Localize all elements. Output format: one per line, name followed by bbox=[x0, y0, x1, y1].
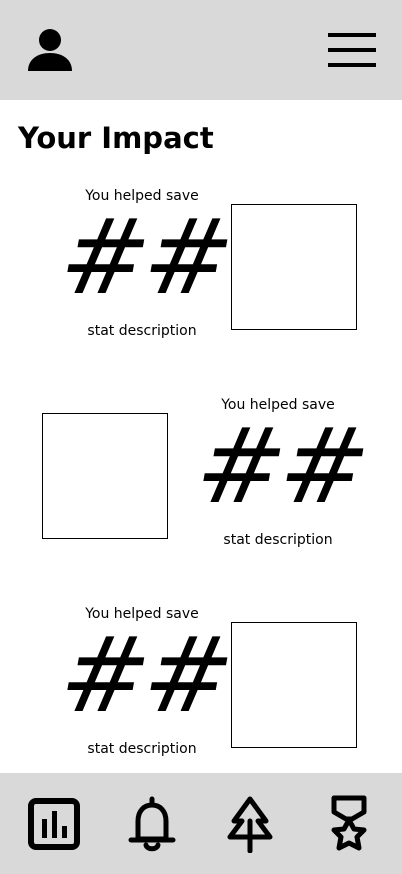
bell-icon bbox=[128, 796, 176, 852]
stat-text-group: You helped save ## stat description bbox=[51, 602, 239, 757]
top-header bbox=[0, 0, 402, 100]
tree-icon bbox=[227, 796, 273, 854]
stat-description: stat description bbox=[87, 741, 197, 757]
stat-card: You helped save ## stat description bbox=[20, 602, 380, 757]
page-title: Your Impact bbox=[18, 121, 214, 155]
stat-card: You helped save ## stat description bbox=[20, 184, 380, 339]
person-icon bbox=[28, 29, 72, 71]
profile-button[interactable] bbox=[26, 27, 74, 75]
stat-description: stat description bbox=[87, 323, 197, 339]
stat-card: You helped save ## stat description bbox=[20, 393, 380, 548]
stat-image-placeholder bbox=[42, 413, 168, 539]
stat-value: ## bbox=[187, 405, 376, 527]
bottom-navigation bbox=[0, 773, 402, 874]
stat-image-placeholder bbox=[231, 622, 357, 748]
stat-value: ## bbox=[51, 614, 240, 736]
stat-image-placeholder bbox=[231, 204, 357, 330]
hamburger-menu-icon bbox=[328, 33, 376, 67]
nav-nature-button[interactable] bbox=[222, 795, 278, 854]
bar-chart-icon bbox=[28, 798, 80, 850]
stat-value: ## bbox=[51, 196, 240, 318]
menu-button[interactable] bbox=[326, 30, 378, 70]
stat-description: stat description bbox=[223, 532, 333, 548]
stat-text-group: You helped save ## stat description bbox=[51, 184, 239, 339]
medal-star-icon bbox=[331, 795, 367, 851]
nav-notifications-button[interactable] bbox=[124, 795, 180, 853]
nav-awards-button[interactable] bbox=[321, 795, 377, 853]
nav-stats-button[interactable] bbox=[26, 795, 82, 853]
stat-text-group: You helped save ## stat description bbox=[187, 393, 375, 548]
